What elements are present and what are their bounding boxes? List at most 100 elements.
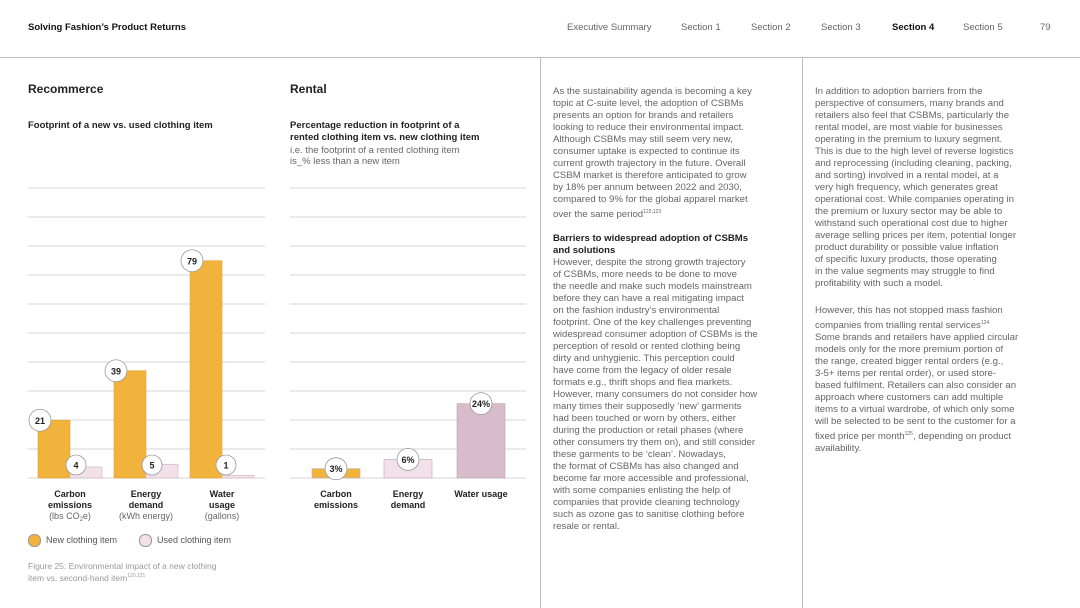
paragraph-line: However, this has not stopped mass fashi… — [815, 305, 1003, 316]
reference-superscript: 122,123 — [643, 209, 662, 215]
unit-label: (kWh energy) — [119, 511, 173, 521]
column-divider — [540, 57, 541, 608]
nav-section-2[interactable]: Section 2 — [751, 22, 791, 33]
paragraph-line: formats e.g., thrift shops and flea mark… — [553, 377, 733, 388]
recommerce-subheading: Footprint of a new vs. used clothing ite… — [28, 120, 213, 131]
x-tick-label: demand — [129, 500, 164, 510]
paragraph-line: in the value segments may struggle to fi… — [815, 266, 995, 277]
data-label: 24% — [472, 399, 490, 409]
data-label: 39 — [111, 366, 121, 376]
recommerce-heading: Recommerce — [28, 82, 104, 96]
unit-label: (gallons) — [205, 511, 240, 521]
unit-label: (lbs CO2e) — [49, 511, 91, 523]
paragraph-line: of specific luxury products, those opera… — [815, 254, 997, 265]
paragraph-line: consumer uptake is expected to continue … — [553, 146, 740, 157]
paragraph-line: over the same period122,123 — [553, 209, 662, 221]
x-tick-label: Carbon — [54, 489, 86, 499]
data-label: 6% — [401, 455, 414, 465]
paragraph-line: resale or rental. — [553, 521, 620, 532]
paragraph-line: the range, created bigger rental orders … — [815, 356, 1004, 368]
paragraph-line: based fulfilment. Retailers can also con… — [815, 380, 1017, 392]
heading-line: Barriers to widespread adoption of CSBMs — [553, 233, 749, 244]
nav-section-4[interactable]: Section 4 — [892, 22, 934, 33]
legend-swatch-used — [139, 534, 152, 547]
paragraph-line: become far more accessible and professio… — [553, 473, 749, 484]
legend-new: New clothing item — [28, 534, 117, 547]
paragraph-tail: , depending on product — [912, 431, 1012, 443]
paragraph-line: widespread consumer adoption of CSBMs is… — [553, 329, 758, 340]
paragraph-line: companies that provide cleaning technolo… — [553, 497, 740, 508]
paragraph-line: and sorting) involved in a rental model,… — [815, 170, 999, 181]
paragraph-line: availability. — [815, 443, 862, 455]
bar-used — [221, 474, 255, 479]
paragraph-line: product durability or possible value inf… — [815, 242, 999, 253]
col3-barriers-heading: Barriers to widespread adoption of CSBMs… — [553, 233, 793, 257]
x-tick-label: Water usage — [454, 489, 507, 499]
paragraph-line: these garments to be ‘clean’. Nowadays, — [553, 449, 726, 460]
data-label: 4 — [73, 461, 78, 471]
paragraph-line: Although CSBMs may still seem very new, — [553, 134, 733, 145]
paragraph-line: current growth trajectory in the future.… — [553, 158, 746, 169]
x-tick-label: Energy — [393, 489, 424, 499]
paragraph-line: fixed price per month125, depending on p… — [815, 431, 1012, 443]
paragraph-line: withstand such operational cost due to h… — [815, 218, 1008, 229]
data-label: 79 — [187, 256, 197, 266]
paragraph-line: before they can have a real mitigating i… — [553, 293, 744, 304]
col3-paragraph-1: As the sustainability agenda is becoming… — [553, 86, 793, 221]
column-divider — [802, 57, 803, 608]
paragraph-line: operating in the premium to luxury segme… — [815, 134, 1003, 145]
x-tick-label: Carbon — [320, 489, 352, 499]
figure-caption: Figure 25: Environmental impact of a new… — [28, 561, 217, 583]
paragraph-line: retailers also feel that CSBMs, particul… — [815, 110, 1010, 121]
paragraph-line: CSBM market is therefore anticipated to … — [553, 170, 747, 181]
paragraph-line: such as ozone gas to sanitise clothing b… — [553, 509, 745, 520]
x-tick-label: emissions — [48, 500, 92, 510]
data-label: 5 — [149, 461, 154, 471]
unit-tail: e) — [83, 511, 91, 521]
paragraph-line: other consumers try them on), and still … — [553, 437, 756, 448]
paragraph-line: profitability with such a model. — [815, 278, 943, 289]
paragraph-line: rental model, are most viable for busine… — [815, 122, 1003, 133]
rental-heading: Rental — [290, 82, 327, 96]
x-tick-label: emissions — [314, 500, 358, 510]
paragraph-line: the premium or luxury sector may be able… — [815, 206, 1003, 217]
paragraph-line: the needle and make such models mainstre… — [553, 281, 752, 292]
bar-new — [113, 370, 147, 479]
paragraph-line: on the fashion industry’s environmental — [553, 305, 720, 316]
paragraph-line: average selling prices per item, potenti… — [815, 230, 1017, 241]
paragraph-line: and reprocessing (including cleaning, pa… — [815, 158, 1012, 169]
paragraph-line: many times their supposedly ‘new’ garmen… — [553, 401, 742, 412]
nav-section-3[interactable]: Section 3 — [821, 22, 861, 33]
reference-superscript: 125 — [904, 431, 913, 438]
bar-new — [189, 260, 223, 479]
rental-subheading: Percentage reduction in footprint of a r… — [290, 120, 480, 143]
rental-bar-chart: 3% Carbonemissions 6% Energydemand 24% Water … — [290, 187, 526, 510]
reference-superscript: 124 — [980, 320, 990, 326]
paragraph-line: footprint. One of the key challenges pre… — [553, 317, 752, 328]
paragraph-line: items to a virtual wardrobe, of which on… — [815, 404, 1015, 416]
paragraph-line: This is due to the high level of reverse… — [815, 146, 1014, 157]
nav-section-1[interactable]: Section 1 — [681, 22, 721, 33]
paragraph-line: have come from the legacy of older resal… — [553, 365, 732, 376]
paragraph-line: with some companies enlisting the help o… — [553, 485, 731, 496]
paragraph-line: presents an option for brands and retail… — [553, 110, 734, 121]
paragraph-line: Some brands and retailers have applied c… — [815, 332, 1019, 344]
x-tick-label: usage — [209, 500, 235, 510]
nav-executive-summary[interactable]: Executive Summary — [567, 22, 651, 33]
data-label: 21 — [35, 416, 45, 426]
paragraph-line: companies from trialling rental services… — [815, 320, 990, 332]
paragraph-line: perception of resold or rented clothing … — [553, 341, 741, 352]
paragraph-line: As the sustainability agenda is becoming… — [553, 86, 752, 97]
x-tick-label: Energy — [131, 489, 162, 499]
nav-section-5[interactable]: Section 5 — [963, 22, 1003, 33]
col4-paragraph-1: In addition to adoption barriers from th… — [815, 86, 1055, 290]
paragraph-line: very high frequency, which generates gre… — [815, 182, 998, 193]
page-number: 79 — [1040, 22, 1051, 33]
paragraph-line: However, despite the strong growth traje… — [553, 257, 746, 268]
paragraph-line: during the production or retail phases (… — [553, 425, 744, 436]
data-label: 3% — [329, 464, 342, 474]
document-title: Solving Fashion’s Product Returns — [28, 22, 186, 33]
paragraph-line: operational cost. While companies operat… — [815, 194, 1014, 205]
paragraph-line: 3-5+ items per rental order), or used st… — [815, 368, 997, 380]
paragraph-line: compared to 9% for the global apparel ma… — [553, 194, 748, 205]
